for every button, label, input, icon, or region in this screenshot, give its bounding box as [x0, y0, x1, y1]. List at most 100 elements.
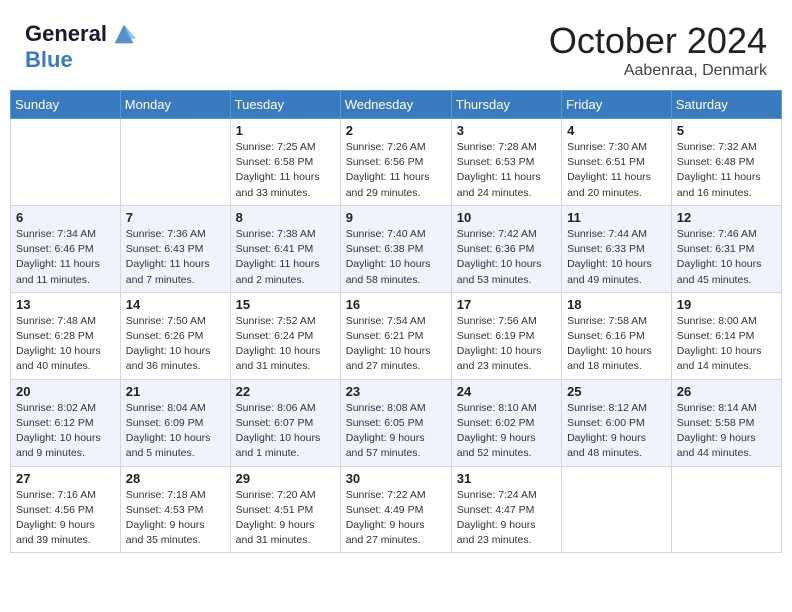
weekday-header-thursday: Thursday [451, 91, 561, 119]
calendar-day-1: 1 Sunrise: 7:25 AMSunset: 6:58 PMDaylight… [230, 119, 340, 206]
day-detail: Sunrise: 8:10 AMSunset: 6:02 PMDaylight:… [457, 401, 556, 462]
day-detail: Sunrise: 8:04 AMSunset: 6:09 PMDaylight:… [126, 401, 225, 462]
page-header: General Blue October 2024 Aabenraa, Denm… [10, 10, 782, 85]
day-number: 24 [457, 384, 556, 399]
day-number: 18 [567, 297, 666, 312]
empty-cell [11, 119, 121, 206]
day-number: 31 [457, 471, 556, 486]
day-detail: Sunrise: 8:12 AMSunset: 6:00 PMDaylight:… [567, 401, 666, 462]
day-number: 20 [16, 384, 115, 399]
day-number: 28 [126, 471, 225, 486]
day-number: 6 [16, 210, 115, 225]
day-detail: Sunrise: 8:06 AMSunset: 6:07 PMDaylight:… [236, 401, 335, 462]
day-detail: Sunrise: 7:26 AMSunset: 6:56 PMDaylight:… [346, 140, 446, 201]
day-detail: Sunrise: 7:46 AMSunset: 6:31 PMDaylight:… [677, 227, 776, 288]
weekday-header-tuesday: Tuesday [230, 91, 340, 119]
calendar-day-21: 21 Sunrise: 8:04 AMSunset: 6:09 PMDayligh… [120, 379, 230, 466]
day-number: 8 [236, 210, 335, 225]
calendar-day-24: 24 Sunrise: 8:10 AMSunset: 6:02 PMDayligh… [451, 379, 561, 466]
day-number: 26 [677, 384, 776, 399]
calendar-day-7: 7 Sunrise: 7:36 AMSunset: 6:43 PMDaylight… [120, 205, 230, 292]
day-detail: Sunrise: 7:24 AMSunset: 4:47 PMDaylight:… [457, 488, 556, 549]
calendar-day-22: 22Sunrise: 8:06 AMSunset: 6:07 PMDayligh… [230, 379, 340, 466]
day-number: 5 [677, 123, 776, 138]
month-title: October 2024 [549, 20, 767, 62]
calendar-week-row: 27 Sunrise: 7:16 AMSunset: 4:56 PMDayligh… [11, 466, 782, 553]
day-detail: Sunrise: 7:16 AMSunset: 4:56 PMDaylight:… [16, 488, 115, 549]
calendar-day-30: 30 Sunrise: 7:22 AMSunset: 4:49 PMDayligh… [340, 466, 451, 553]
day-number: 4 [567, 123, 666, 138]
calendar-day-8: 8Sunrise: 7:38 AMSunset: 6:41 PMDaylight… [230, 205, 340, 292]
day-detail: Sunrise: 7:48 AMSunset: 6:28 PMDaylight:… [16, 314, 115, 375]
day-number: 3 [457, 123, 556, 138]
day-detail: Sunrise: 7:22 AMSunset: 4:49 PMDaylight:… [346, 488, 446, 549]
day-detail: Sunrise: 7:36 AMSunset: 6:43 PMDaylight:… [126, 227, 225, 288]
logo-icon [110, 20, 138, 48]
weekday-header-sunday: Sunday [11, 91, 121, 119]
calendar-day-15: 15 Sunrise: 7:52 AMSunset: 6:24 PMDayligh… [230, 292, 340, 379]
day-number: 21 [126, 384, 225, 399]
calendar-day-16: 16 Sunrise: 7:54 AMSunset: 6:21 PMDayligh… [340, 292, 451, 379]
calendar-day-19: 19 Sunrise: 8:00 AMSunset: 6:14 PMDayligh… [671, 292, 781, 379]
day-detail: Sunrise: 8:00 AMSunset: 6:14 PMDaylight:… [677, 314, 776, 375]
logo: General Blue [25, 20, 138, 72]
day-detail: Sunrise: 7:52 AMSunset: 6:24 PMDaylight:… [236, 314, 335, 375]
empty-cell [562, 466, 672, 553]
weekday-header-monday: Monday [120, 91, 230, 119]
day-detail: Sunrise: 7:58 AMSunset: 6:16 PMDaylight:… [567, 314, 666, 375]
day-number: 16 [346, 297, 446, 312]
day-number: 7 [126, 210, 225, 225]
day-number: 11 [567, 210, 666, 225]
logo-blue: Blue [25, 48, 138, 72]
day-detail: Sunrise: 7:18 AMSunset: 4:53 PMDaylight:… [126, 488, 225, 549]
day-number: 14 [126, 297, 225, 312]
calendar-day-31: 31 Sunrise: 7:24 AMSunset: 4:47 PMDayligh… [451, 466, 561, 553]
day-detail: Sunrise: 7:44 AMSunset: 6:33 PMDaylight:… [567, 227, 666, 288]
empty-cell [671, 466, 781, 553]
day-detail: Sunrise: 7:28 AMSunset: 6:53 PMDaylight:… [457, 140, 556, 201]
day-number: 1 [236, 123, 335, 138]
day-detail: Sunrise: 8:08 AMSunset: 6:05 PMDaylight:… [346, 401, 446, 462]
location: Aabenraa, Denmark [549, 62, 767, 80]
day-number: 2 [346, 123, 446, 138]
day-number: 30 [346, 471, 446, 486]
day-number: 9 [346, 210, 446, 225]
calendar-day-27: 27 Sunrise: 7:16 AMSunset: 4:56 PMDayligh… [11, 466, 121, 553]
calendar-day-3: 3 Sunrise: 7:28 AMSunset: 6:53 PMDaylight… [451, 119, 561, 206]
calendar-day-10: 10Sunrise: 7:42 AMSunset: 6:36 PMDayligh… [451, 205, 561, 292]
day-number: 15 [236, 297, 335, 312]
calendar-day-6: 6 Sunrise: 7:34 AMSunset: 6:46 PMDaylight… [11, 205, 121, 292]
weekday-header-saturday: Saturday [671, 91, 781, 119]
calendar-day-9: 9Sunrise: 7:40 AMSunset: 6:38 PMDaylight… [340, 205, 451, 292]
calendar-day-5: 5Sunrise: 7:32 AMSunset: 6:48 PMDaylight… [671, 119, 781, 206]
day-detail: Sunrise: 7:34 AMSunset: 6:46 PMDaylight:… [16, 227, 115, 288]
calendar-day-25: 25Sunrise: 8:12 AMSunset: 6:00 PMDayligh… [562, 379, 672, 466]
day-number: 19 [677, 297, 776, 312]
day-number: 23 [346, 384, 446, 399]
day-number: 10 [457, 210, 556, 225]
calendar-day-12: 12 Sunrise: 7:46 AMSunset: 6:31 PMDayligh… [671, 205, 781, 292]
logo-text: General [25, 22, 107, 46]
calendar-week-row: 13Sunrise: 7:48 AMSunset: 6:28 PMDayligh… [11, 292, 782, 379]
day-number: 27 [16, 471, 115, 486]
weekday-header-friday: Friday [562, 91, 672, 119]
day-number: 12 [677, 210, 776, 225]
calendar-day-28: 28 Sunrise: 7:18 AMSunset: 4:53 PMDayligh… [120, 466, 230, 553]
calendar-day-14: 14Sunrise: 7:50 AMSunset: 6:26 PMDayligh… [120, 292, 230, 379]
day-detail: Sunrise: 7:30 AMSunset: 6:51 PMDaylight:… [567, 140, 666, 201]
day-number: 29 [236, 471, 335, 486]
calendar-header-row: SundayMondayTuesdayWednesdayThursdayFrid… [11, 91, 782, 119]
calendar-day-2: 2 Sunrise: 7:26 AMSunset: 6:56 PMDaylight… [340, 119, 451, 206]
day-detail: Sunrise: 7:25 AMSunset: 6:58 PMDaylight:… [236, 140, 335, 201]
day-detail: Sunrise: 7:20 AMSunset: 4:51 PMDaylight:… [236, 488, 335, 549]
day-detail: Sunrise: 7:54 AMSunset: 6:21 PMDaylight:… [346, 314, 446, 375]
calendar-day-23: 23 Sunrise: 8:08 AMSunset: 6:05 PMDayligh… [340, 379, 451, 466]
calendar-day-29: 29 Sunrise: 7:20 AMSunset: 4:51 PMDayligh… [230, 466, 340, 553]
day-detail: Sunrise: 7:56 AMSunset: 6:19 PMDaylight:… [457, 314, 556, 375]
calendar-day-4: 4 Sunrise: 7:30 AMSunset: 6:51 PMDaylight… [562, 119, 672, 206]
calendar-day-17: 17 Sunrise: 7:56 AMSunset: 6:19 PMDayligh… [451, 292, 561, 379]
calendar-day-18: 18 Sunrise: 7:58 AMSunset: 6:16 PMDayligh… [562, 292, 672, 379]
weekday-header-wednesday: Wednesday [340, 91, 451, 119]
day-number: 17 [457, 297, 556, 312]
calendar-week-row: 6 Sunrise: 7:34 AMSunset: 6:46 PMDaylight… [11, 205, 782, 292]
